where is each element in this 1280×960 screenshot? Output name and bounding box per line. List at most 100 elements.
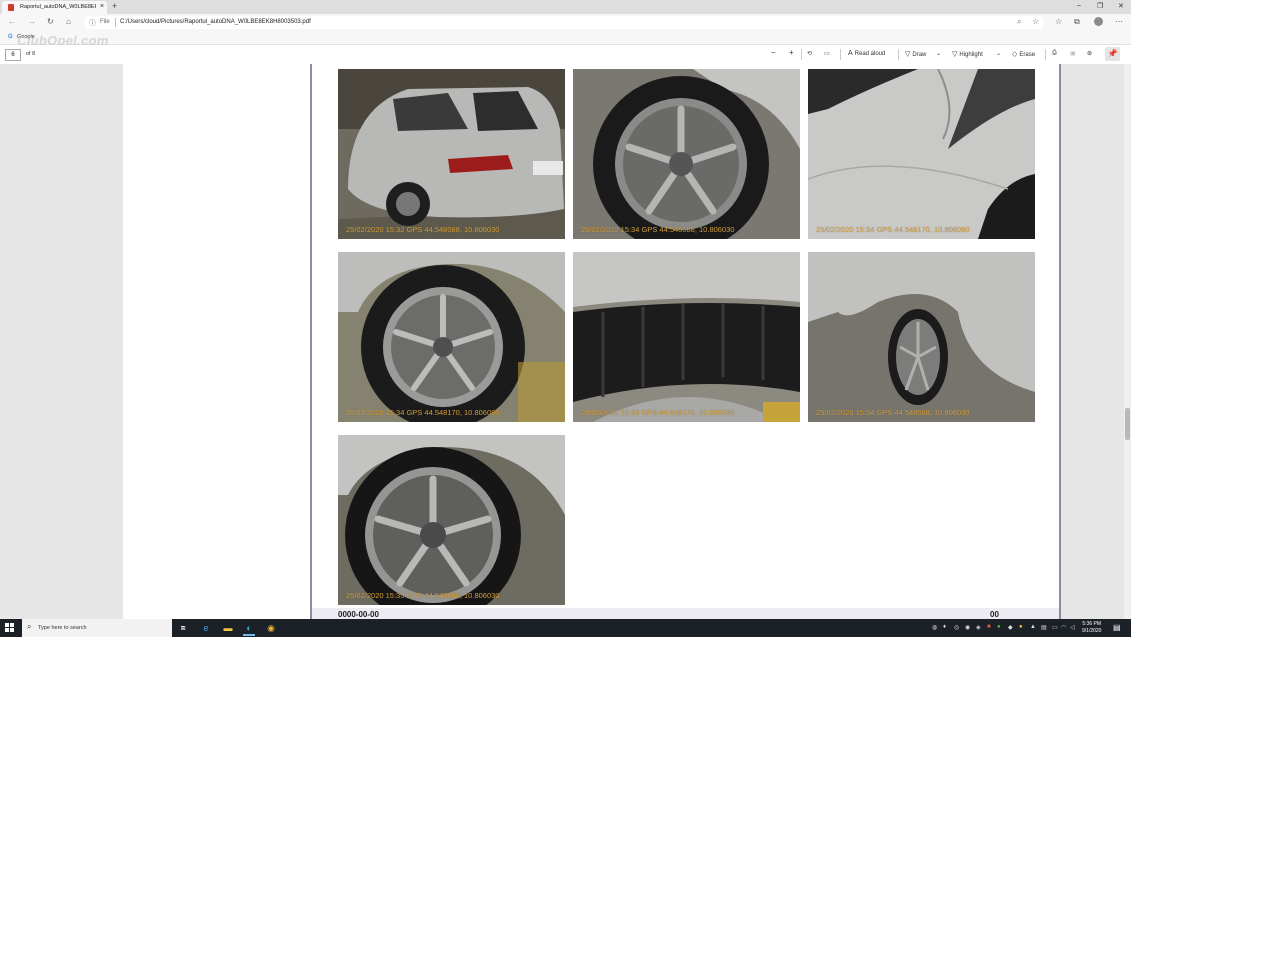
wifi-icon[interactable]: ◠ (1061, 624, 1066, 631)
new-tab-button[interactable]: + (112, 1, 117, 11)
volume-icon[interactable]: ◁ (1070, 624, 1075, 631)
browser-tab[interactable]: Raportul_autoDNA_W0LBE8EK8H × (2, 1, 107, 14)
tab-strip: Raportul_autoDNA_W0LBE8EK8H × + – ❐ ✕ (0, 0, 1131, 14)
clock-date: 9/1/2020 (1082, 628, 1102, 634)
tray-icon-5[interactable]: ◈ (976, 624, 981, 631)
tray-icon-10[interactable]: ▲ (1030, 624, 1036, 630)
search-placeholder: Type here to search (38, 625, 87, 631)
network-icon[interactable]: ▤ (1041, 624, 1047, 631)
more-icon[interactable]: ⋯ (1115, 17, 1123, 26)
pdf-viewport[interactable]: 25/02/2020 15:32 GPS 44.548088, 10.80603… (0, 64, 1131, 619)
chrome-icon[interactable]: ◉ (265, 622, 277, 634)
address-row: ← → ↻ ⌂ ⓘ File C:/Users/cloud/Pictures/R… (0, 14, 1131, 31)
collections-icon[interactable]: ⧉ (1074, 17, 1080, 27)
zoom-in-button[interactable]: + (789, 48, 794, 57)
tab-close-button[interactable]: × (100, 3, 104, 10)
save-icon[interactable]: ▣ (1070, 50, 1076, 57)
photo-body-panel: 25/02/2020 15:34 GPS 44.548170, 10.80608… (808, 69, 1035, 239)
window-close-button[interactable]: ✕ (1118, 2, 1124, 10)
pdf-icon (8, 4, 14, 11)
task-view-icon[interactable]: ⧈ (177, 622, 189, 634)
toolbar-divider (898, 49, 899, 60)
minimize-button[interactable]: – (1077, 2, 1081, 9)
tab-title: Raportul_autoDNA_W0LBE8EK8H (20, 4, 96, 10)
file-explorer-icon[interactable]: ▬ (222, 622, 234, 634)
favorites-bar: G Google (0, 31, 1131, 45)
notification-icon[interactable]: ▤ (1113, 623, 1121, 632)
fit-page-icon[interactable]: ▭ (824, 50, 830, 57)
photo-timestamp: 25/02/2020 15:34 GPS 44.548088, 10.80603… (581, 225, 735, 234)
scrollbar-thumb[interactable] (1125, 408, 1130, 440)
save-as-icon[interactable]: ⊛ (1087, 50, 1092, 57)
read-aloud-icon: A (848, 50, 853, 57)
photo-timestamp: 25/02/2020 15:34 GPS 44.548088, 10.80603… (816, 408, 970, 417)
refresh-icon[interactable]: ↻ (47, 17, 54, 26)
tray-icon-4[interactable]: ◉ (965, 624, 970, 631)
toolbar-divider (840, 49, 841, 60)
pdf-toolbar: 6 of 8 − + ⟲ ▭ A Read aloud ▽ Draw ⌄ ▽ High… (0, 45, 1131, 65)
photo-wheel: 25/02/2020 15:34 GPS 44.548088, 10.80603… (573, 69, 800, 239)
address-divider (115, 18, 116, 27)
photo-timestamp: 25/02/2020 15:34 GPS 44.548170, 10.80608… (581, 408, 735, 417)
highlight-dropdown-chevron-icon[interactable]: ⌄ (996, 50, 1001, 57)
draw-dropdown-chevron-icon[interactable]: ⌄ (936, 50, 941, 57)
draw-button[interactable]: ▽ Draw (905, 50, 926, 58)
read-aloud-button[interactable]: A Read aloud (848, 50, 885, 57)
photo-rear-car: 25/02/2020 15:32 GPS 44.548088, 10.80603… (338, 69, 565, 239)
pin-icon: 📌 (1107, 49, 1118, 58)
vertical-scrollbar[interactable] (1124, 64, 1131, 619)
zoom-icon[interactable]: ⌕ (1017, 17, 1021, 27)
report-page: 25/02/2020 15:32 GPS 44.548088, 10.80603… (310, 64, 1061, 619)
page-count: of 8 (26, 51, 36, 57)
zoom-out-button[interactable]: − (771, 48, 776, 57)
eraser-icon: ◇ (1012, 51, 1018, 58)
erase-button[interactable]: ◇ Erase (1012, 50, 1035, 58)
highlight-button[interactable]: ▽ Highlight (952, 50, 983, 58)
url-text[interactable]: C:/Users/cloud/Pictures/Raportul_autoDNA… (120, 19, 311, 25)
toolbar-divider (801, 49, 802, 60)
tray-icon-6[interactable]: ■ (987, 624, 991, 630)
page-number-input[interactable]: 6 (5, 49, 21, 61)
page-footer: 0000-00-00 00 (312, 608, 1059, 619)
clock[interactable]: 5:36 PM 9/1/2020 (1082, 621, 1101, 635)
tray-icon-3[interactable]: ◎ (954, 624, 959, 631)
tray-icon-1[interactable]: ◍ (932, 624, 937, 631)
photo-timestamp: 25/02/2020 15:35 GPS 44.548088, 10.80603… (346, 591, 500, 600)
address-bar[interactable]: ⓘ File C:/Users/cloud/Pictures/Raportul_… (84, 16, 1044, 29)
photo-tire-tread: 25/02/2020 15:34 GPS 44.548170, 10.80608… (573, 252, 800, 422)
print-icon[interactable]: ⎙ (1052, 50, 1057, 57)
tray-icon-2[interactable]: ♦ (943, 624, 946, 630)
windows-start-icon[interactable] (5, 623, 15, 633)
edge-icon[interactable]: ◐ (243, 622, 255, 636)
edge-legacy-icon[interactable]: e (200, 622, 212, 634)
tray-icon-8[interactable]: ◆ (1008, 624, 1013, 631)
google-icon: G (8, 34, 13, 40)
rotate-icon[interactable]: ⟲ (807, 50, 812, 57)
restore-button[interactable]: ❐ (1097, 2, 1103, 10)
tray-icon-9[interactable]: ● (1019, 624, 1023, 630)
taskbar-search-box[interactable]: ⌕ Type here to search (22, 619, 172, 637)
favorite-star-icon[interactable]: ☆ (1032, 17, 1039, 26)
search-icon: ⌕ (27, 622, 32, 631)
pdf-page: 25/02/2020 15:32 GPS 44.548088, 10.80603… (123, 64, 1061, 619)
highlight-icon: ▽ (952, 51, 958, 58)
favorites-icon[interactable]: ☆ (1055, 17, 1062, 26)
footer-page-number: 00 (990, 610, 999, 619)
battery-icon[interactable]: ▭ (1052, 624, 1058, 631)
photo-timestamp: 25/02/2020 15:34 GPS 44.548170, 10.80608… (346, 408, 500, 417)
home-icon[interactable]: ⌂ (66, 17, 71, 26)
photo-side-wheel: 25/02/2020 15:34 GPS 44.548088, 10.80603… (808, 252, 1035, 422)
info-icon[interactable]: ⓘ (89, 18, 96, 28)
avatar[interactable] (1094, 17, 1103, 26)
back-icon[interactable]: ← (8, 17, 16, 26)
screen: Raportul_autoDNA_W0LBE8EK8H × + – ❐ ✕ ← … (0, 0, 1131, 637)
footer-left-text: 0000-00-00 (338, 610, 379, 619)
draw-icon: ▽ (905, 51, 911, 58)
photo-timestamp: 25/02/2020 15:32 GPS 44.548088, 10.80603… (346, 225, 500, 234)
photo-wheel-close: 25/02/2020 15:35 GPS 44.548088, 10.80603… (338, 435, 565, 605)
tray-icon-7[interactable]: ● (997, 624, 1001, 630)
pin-toolbar-button[interactable]: 📌 (1105, 47, 1120, 61)
photo-wheel: 25/02/2020 15:34 GPS 44.548170, 10.80608… (338, 252, 565, 422)
taskbar: ⌕ Type here to search ⧈ e ▬ ◐ ◉ ◍ ♦ ◎ ◉ … (0, 619, 1131, 637)
forward-icon[interactable]: → (28, 17, 36, 26)
